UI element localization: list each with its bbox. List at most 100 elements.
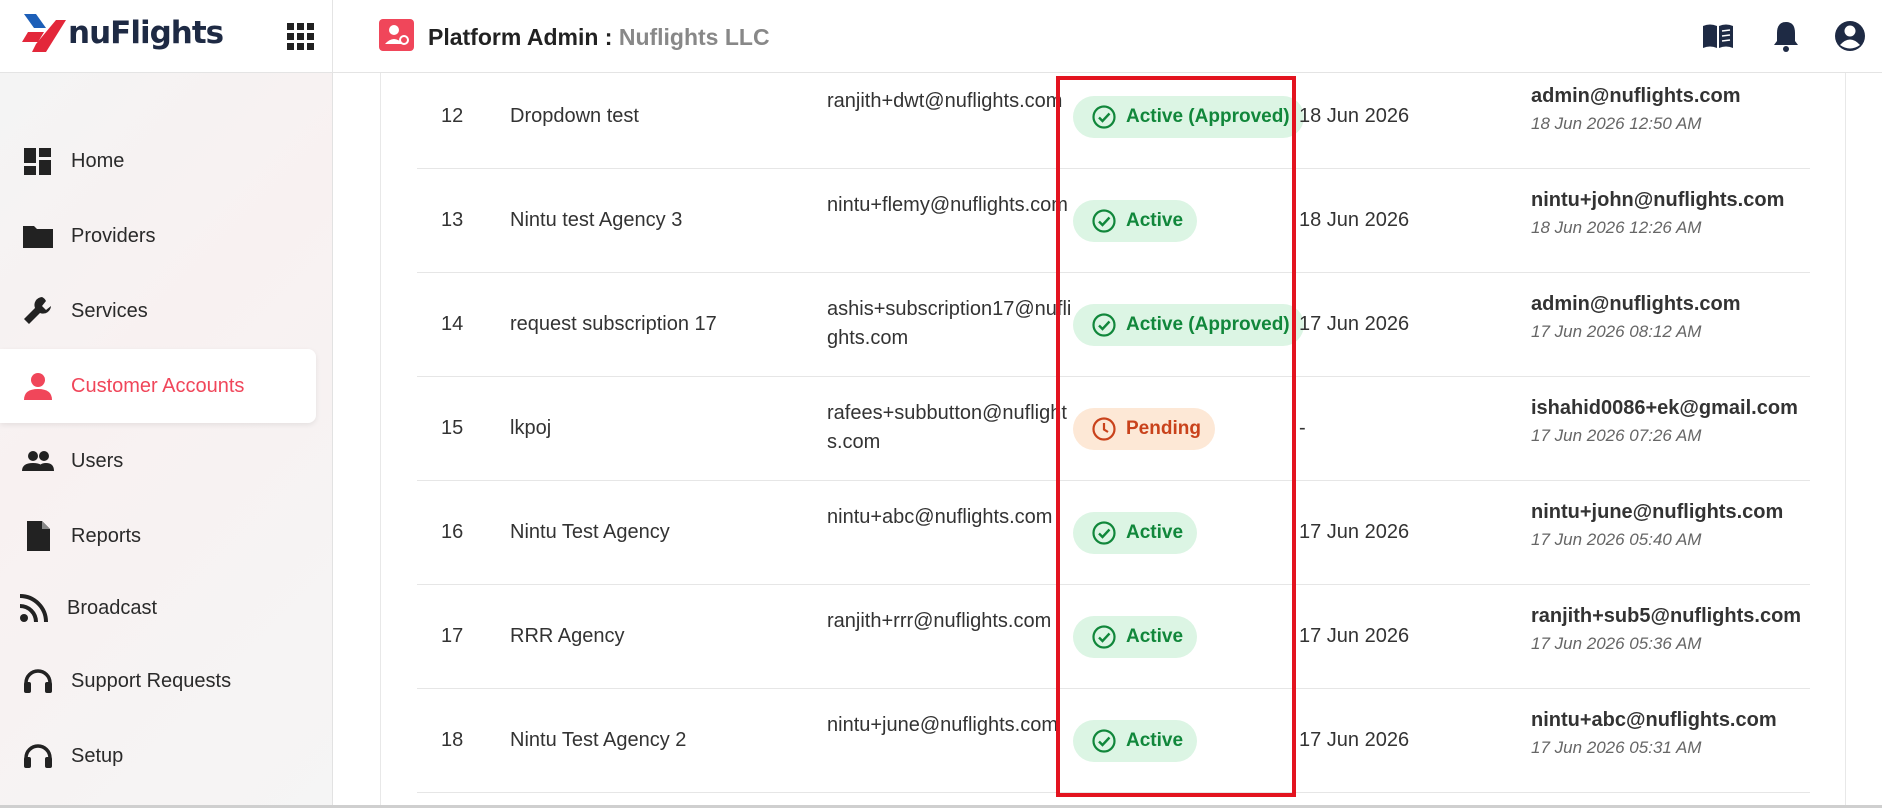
status-label: Active (Approved) [1126, 106, 1290, 127]
header-divider [332, 0, 333, 73]
updated-by: admin@nuflights.com 17 Jun 2026 08:12 AM [1531, 293, 1741, 342]
subscription-date: 17 Jun 2026 [1299, 521, 1410, 543]
document-icon [27, 521, 50, 551]
check-circle-icon [1092, 521, 1116, 545]
brand-logo[interactable]: nuFlights [22, 12, 224, 54]
sidebar-item-label: Providers [71, 224, 156, 247]
table-row[interactable]: 15 lkpoj rafees+subbutton@nuflights.com … [417, 377, 1810, 481]
status-label: Active [1126, 522, 1184, 543]
status-label: Active [1126, 626, 1184, 647]
updated-by-email: ishahid0086+ek@gmail.com [1531, 397, 1798, 419]
status-badge: Active (Approved) [1073, 96, 1304, 138]
check-circle-icon [1092, 625, 1116, 649]
status-badge: Active [1073, 720, 1198, 762]
updated-by-email: ranjith+sub5@nuflights.com [1531, 605, 1802, 627]
notification-bell-icon[interactable] [1768, 18, 1804, 54]
sidebar-item-customer-accounts[interactable]: Customer Accounts [0, 349, 316, 423]
book-icon[interactable] [1700, 18, 1736, 54]
updated-by: nintu+john@nuflights.com 18 Jun 2026 12:… [1531, 189, 1784, 238]
people-icon [22, 451, 54, 471]
sidebar-item-label: Broadcast [67, 596, 158, 619]
sidebar-item-label: Customer Accounts [71, 374, 245, 397]
updated-by-time: 17 Jun 2026 05:31 AM [1531, 738, 1702, 757]
page-title: Platform Admin : Nuflights LLC [428, 24, 770, 51]
admin-settings-icon [379, 19, 414, 51]
sidebar-item-broadcast[interactable]: Broadcast [0, 571, 316, 645]
table-row[interactable]: 18 Nintu Test Agency 2 nintu+june@nuflig… [417, 689, 1810, 793]
status-label: Active [1126, 730, 1184, 751]
sidebar-item-support-requests[interactable]: Support Requests [0, 644, 316, 718]
sidebar-item-users[interactable]: Users [0, 424, 316, 498]
table-row[interactable]: 16 Nintu Test Agency nintu+abc@nuflights… [417, 481, 1810, 585]
logo-icon [22, 14, 66, 52]
organization-name: Nuflights LLC [618, 24, 770, 50]
row-number: 18 [441, 729, 464, 751]
account-email: ranjith+rrr@nuflights.com [827, 610, 1052, 632]
subscription-date: 18 Jun 2026 [1299, 105, 1410, 127]
account-email: ranjith+dwt@nuflights.com [827, 90, 1063, 112]
row-number: 17 [441, 625, 464, 647]
account-name: RRR Agency [510, 625, 625, 647]
status-badge: Active (Approved) [1073, 304, 1304, 346]
row-number: 16 [441, 521, 464, 543]
customer-accounts-table: 12 Dropdown test ranjith+dwt@nuflights.c… [380, 73, 1846, 808]
sidebar: Home Providers Services Customer Account… [0, 73, 333, 808]
updated-by-email: nintu+abc@nuflights.com [1531, 709, 1777, 731]
updated-by: ishahid0086+ek@gmail.com 17 Jun 2026 07:… [1531, 397, 1798, 446]
check-circle-icon [1092, 729, 1116, 753]
sidebar-item-label: Reports [71, 524, 142, 547]
updated-by-email: nintu+june@nuflights.com [1531, 501, 1784, 523]
clock-icon [1092, 417, 1116, 441]
table-row[interactable]: 12 Dropdown test ranjith+dwt@nuflights.c… [417, 65, 1810, 169]
updated-by-email: admin@nuflights.com [1531, 293, 1741, 315]
apps-grid-icon[interactable] [285, 21, 315, 51]
subscription-date: - [1299, 417, 1306, 439]
updated-by: ranjith+sub5@nuflights.com 17 Jun 2026 0… [1531, 605, 1801, 654]
rss-icon [19, 594, 48, 623]
account-email: nintu+june@nuflights.com [827, 714, 1058, 736]
status-label: Pending [1126, 418, 1201, 439]
updated-by: nintu+abc@nuflights.com 17 Jun 2026 05:3… [1531, 709, 1777, 758]
updated-by-email: admin@nuflights.com [1531, 85, 1741, 107]
table-row[interactable]: 13 Nintu test Agency 3 nintu+flemy@nufli… [417, 169, 1810, 273]
subscription-date: 18 Jun 2026 [1299, 209, 1410, 231]
headset-icon [24, 744, 52, 768]
brand-name: nuFlights [68, 15, 224, 51]
person-icon [24, 373, 52, 400]
updated-by: admin@nuflights.com 18 Jun 2026 12:50 AM [1531, 85, 1741, 134]
table-row[interactable]: 17 RRR Agency ranjith+rrr@nuflights.com … [417, 585, 1810, 689]
sidebar-item-label: Services [71, 299, 148, 322]
sidebar-item-providers[interactable]: Providers [0, 199, 316, 273]
account-name: Dropdown test [510, 105, 639, 127]
account-name: Nintu Test Agency 2 [510, 729, 687, 751]
subscription-date: 17 Jun 2026 [1299, 625, 1410, 647]
subscription-date: 17 Jun 2026 [1299, 313, 1410, 335]
account-name: Nintu test Agency 3 [510, 209, 683, 231]
sidebar-item-reports[interactable]: Reports [0, 499, 316, 573]
updated-by-time: 17 Jun 2026 08:12 AM [1531, 322, 1702, 341]
sidebar-item-setup[interactable]: Setup [0, 719, 316, 793]
wrench-icon [24, 297, 51, 324]
status-badge: Active [1073, 512, 1198, 554]
account-name: lkpoj [510, 417, 552, 439]
account-email: nintu+flemy@nuflights.com [827, 194, 1068, 216]
account-email: ashis+subscription17@nuflights.com [827, 298, 1072, 349]
dashboard-icon [24, 148, 51, 175]
updated-by-time: 17 Jun 2026 05:40 AM [1531, 530, 1702, 549]
updated-by-time: 17 Jun 2026 07:26 AM [1531, 426, 1702, 445]
check-circle-icon [1092, 105, 1116, 129]
folder-icon [23, 226, 53, 248]
row-number: 15 [441, 417, 464, 439]
sidebar-item-label: Setup [71, 744, 124, 767]
account-email: nintu+abc@nuflights.com [827, 506, 1053, 528]
account-name: request subscription 17 [510, 313, 717, 335]
table-row[interactable]: 14 request subscription 17 ashis+subscri… [417, 273, 1810, 377]
headset-icon [24, 669, 52, 693]
user-profile-icon[interactable] [1832, 18, 1868, 54]
updated-by-time: 18 Jun 2026 12:50 AM [1531, 114, 1702, 133]
account-name: Nintu Test Agency [510, 521, 670, 543]
status-label: Active [1126, 210, 1184, 231]
updated-by-time: 18 Jun 2026 12:26 AM [1531, 218, 1702, 237]
sidebar-item-services[interactable]: Services [0, 274, 316, 348]
sidebar-item-home[interactable]: Home [0, 124, 316, 198]
